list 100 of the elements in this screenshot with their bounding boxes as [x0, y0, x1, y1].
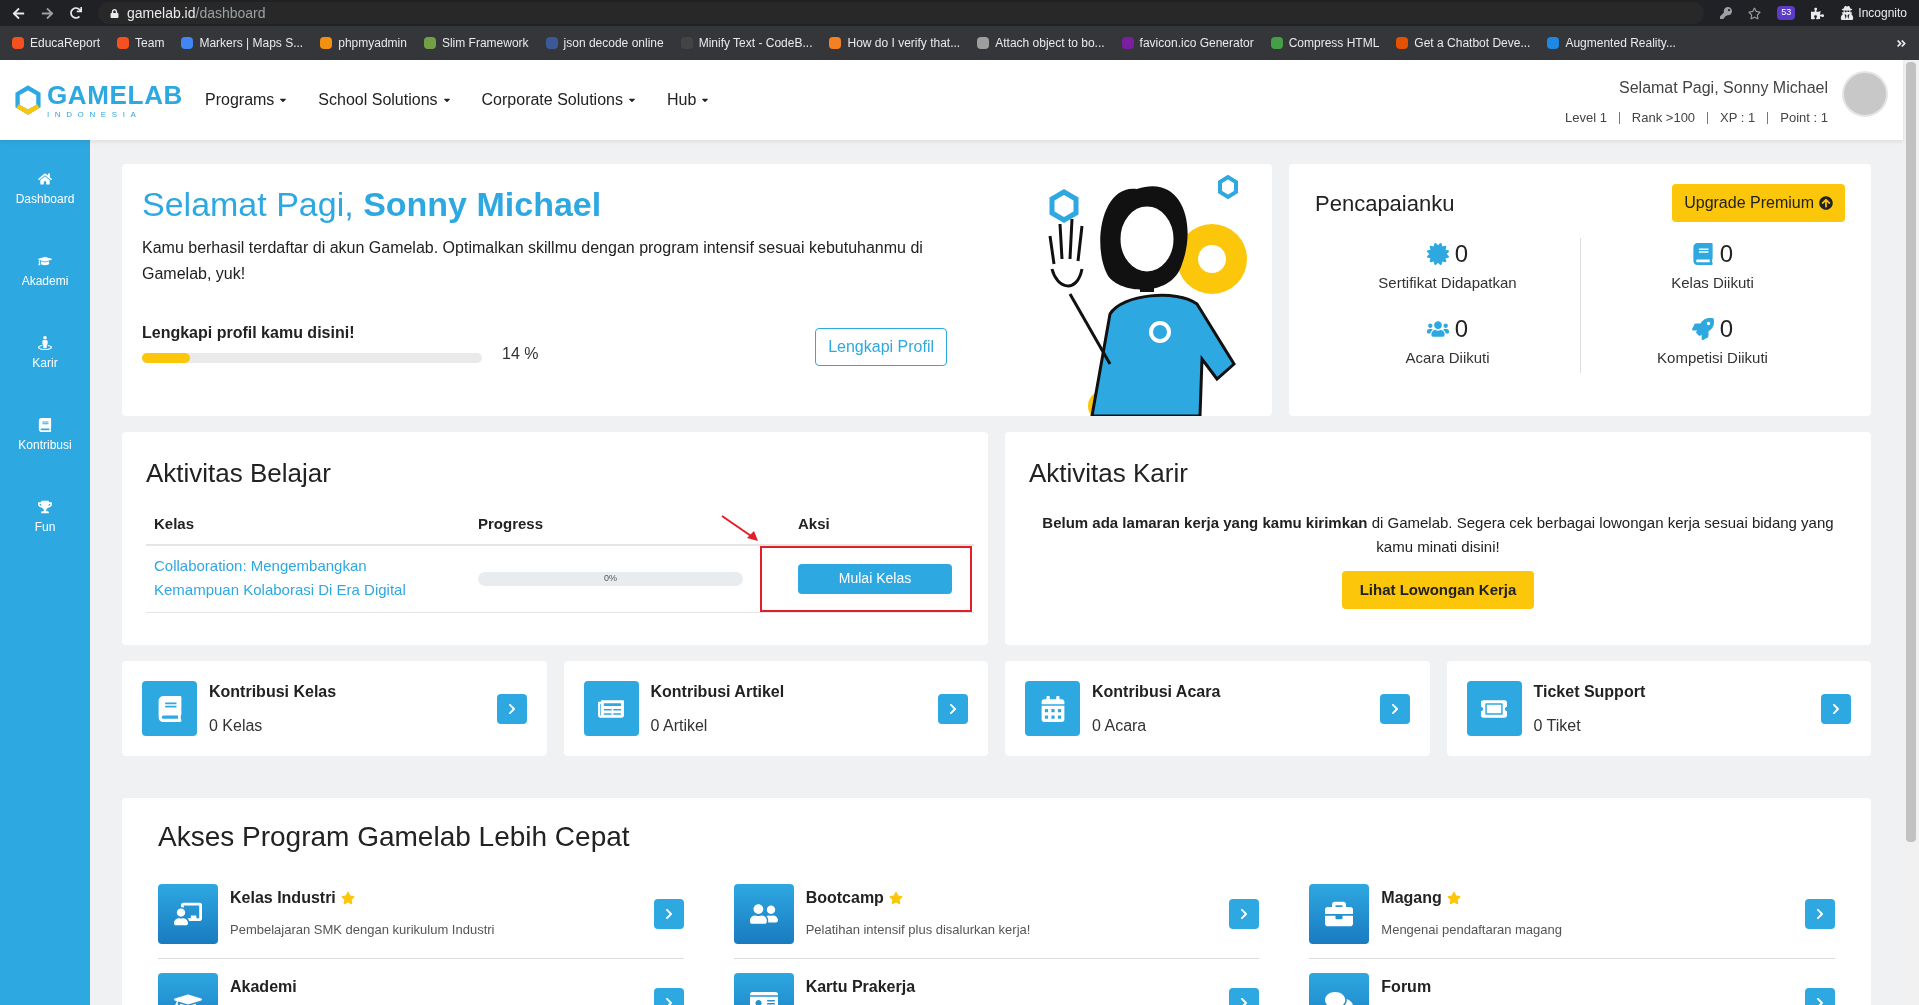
forward-icon[interactable] [41, 6, 54, 20]
trophy-icon [38, 500, 52, 514]
stat-label: Kelas Diikuti [1671, 273, 1754, 293]
contribution-card[interactable]: Kontribusi Kelas 0 Kelas [122, 661, 547, 756]
user-stat: Rank >100 [1618, 112, 1696, 124]
program-title: Kelas Industri [230, 888, 336, 908]
job-openings-button[interactable]: Lihat Lowongan Kerja [1341, 571, 1535, 609]
bookmark-star-icon[interactable] [1748, 6, 1762, 20]
puzzle-icon[interactable] [1811, 6, 1825, 20]
program-row[interactable]: Kelas Industri Pembelajaran SMK dengan kurikulum Industri [158, 870, 684, 959]
arrow-button[interactable] [1821, 693, 1851, 724]
program-row[interactable]: Magang Mengenai pendaftaran magang [1309, 870, 1835, 959]
bookmark[interactable]: Compress HTML [1270, 34, 1380, 52]
contribution-title: Kontribusi Kelas [209, 681, 338, 702]
progress-value: 0% [604, 571, 617, 585]
scrollbar[interactable] [1903, 60, 1919, 1005]
greeting-text: Selamat Pagi, Sonny Michael [1619, 78, 1828, 98]
chevron-right-icon [1814, 908, 1826, 920]
arrow-button[interactable] [496, 693, 527, 724]
welcome-message: Kamu berhasil terdaftar di akun Gamelab. Optimalkan skillmu dengan program intensif sesuai kebutuhanmu di Gamelab, yuk! [142, 237, 924, 284]
program-title: Kartu Prakerja [805, 977, 916, 997]
stat-value: 0 [1454, 242, 1469, 266]
bookmark[interactable]: How do I verify that... [829, 34, 961, 52]
briefcase-icon [1325, 900, 1354, 928]
bookmark[interactable]: Minify Text - CodeB... [680, 34, 813, 52]
home-icon [38, 172, 52, 186]
stat-label: Kompetisi Diikuti [1657, 347, 1768, 368]
career-message: Belum ada lamaran kerja yang kamu kirimkan di Gamelab. Segera cek berbagai lowongan kerja sesuai bidang yang kamu minati disini! [1041, 513, 1835, 557]
arrow-button[interactable] [1379, 693, 1410, 724]
bookmark[interactable]: EducaReport [12, 34, 101, 52]
stat-value: 0 [1719, 316, 1734, 341]
bookmark[interactable]: json decode online [545, 34, 664, 52]
program-title: Bootcamp [805, 888, 884, 908]
bookmark[interactable]: Slim Framework [423, 34, 529, 52]
contribution-card[interactable]: Ticket Support 0 Tiket [1446, 661, 1871, 756]
bookmark[interactable]: Markers | Maps S... [181, 34, 304, 52]
nav-menu[interactable]: Programs [205, 88, 289, 112]
badge-icon [1426, 243, 1449, 265]
bookmark[interactable]: phpmyadmin [320, 34, 407, 52]
stat-value: 0 [1719, 242, 1734, 266]
upgrade-premium-button[interactable]: Upgrade Premium [1672, 184, 1845, 222]
program-title: Magang [1381, 888, 1442, 908]
bookmark[interactable]: Attach object to bo... [977, 34, 1105, 52]
card-title: Akses Program Gamelab Lebih Cepat [158, 820, 631, 854]
bookmark[interactable]: Augmented Reality... [1547, 34, 1676, 52]
program-row[interactable]: Bootcamp Pelatihan intensif plus disalurkan kerja! [733, 870, 1260, 959]
program-row[interactable]: Forum [1309, 959, 1835, 1005]
contribution-title: Ticket Support [1533, 681, 1647, 702]
card-title: Aktivitas Karir [1029, 457, 1188, 490]
book-icon [1691, 243, 1714, 265]
book-icon [156, 695, 183, 722]
arrow-button[interactable] [1805, 899, 1835, 929]
extension-badge[interactable]: 53 [1777, 6, 1796, 20]
back-icon[interactable] [12, 6, 25, 20]
card-title: Aktivitas Belajar [146, 457, 332, 490]
star-icon [1446, 891, 1461, 905]
key-icon[interactable] [1720, 7, 1733, 19]
arrow-button[interactable] [653, 899, 684, 929]
program-row[interactable]: Akademi [158, 959, 684, 1005]
program-title: Akademi [230, 977, 297, 997]
user-stat: Point : 1 [1767, 112, 1828, 124]
user-stat: XP : 1 [1707, 112, 1756, 124]
contribution-count: 0 Artikel [650, 715, 709, 736]
scrollbar-thumb[interactable] [1906, 62, 1916, 842]
arrow-button[interactable] [1229, 899, 1260, 929]
contribution-count: 0 Tiket [1533, 715, 1582, 736]
book-icon [38, 418, 52, 432]
contribution-card[interactable]: Kontribusi Artikel 0 Artikel [563, 661, 988, 756]
address-bar[interactable]: gamelab.id/dashboard [98, 2, 1705, 24]
chevron-right-icon [1830, 702, 1842, 715]
column-header: Progress [470, 513, 790, 546]
nav-menu[interactable]: School Solutions [318, 88, 452, 112]
profile-prompt: Lengkapi profil kamu disini! [142, 322, 356, 343]
more-bookmarks-icon[interactable] [1896, 37, 1907, 49]
annotation-arrow [720, 513, 760, 542]
program-description: Pembelajaran SMK dengan kurikulum Industri [230, 921, 496, 939]
program-row[interactable]: Kartu Prakerja [733, 959, 1260, 1005]
user-stat: Level 1 [1564, 112, 1607, 124]
reload-icon[interactable] [70, 7, 82, 19]
bookmark[interactable]: Get a Chatbot Deve... [1396, 34, 1531, 52]
nav-menu[interactable]: Corporate Solutions [481, 88, 637, 112]
star-icon [888, 891, 903, 905]
profile-button[interactable]: Incognito [1840, 4, 1907, 22]
stat-label: Sertifikat Didapatkan [1378, 273, 1517, 293]
program-description: Pelatihan intensif plus disalurkan kerja! [805, 921, 1032, 939]
avatar[interactable] [1842, 71, 1888, 117]
person-pin-icon [38, 336, 52, 350]
chevron-right-icon [947, 702, 959, 715]
incognito-icon [1840, 6, 1855, 20]
calendar-icon [1039, 695, 1066, 722]
progress-percent: 14 % [502, 343, 539, 364]
bookmark[interactable]: favicon.ico Generator [1121, 34, 1254, 52]
arrow-button[interactable] [938, 693, 968, 724]
contribution-card[interactable]: Kontribusi Acara 0 Acara [1005, 661, 1430, 756]
star-icon [340, 891, 355, 905]
column-header: Kelas [146, 513, 470, 546]
contribution-count: 0 Acara [1092, 715, 1148, 736]
bookmark[interactable]: Team [117, 34, 165, 52]
nav-menu[interactable]: Hub [666, 88, 711, 112]
rocket-icon [1691, 317, 1714, 340]
